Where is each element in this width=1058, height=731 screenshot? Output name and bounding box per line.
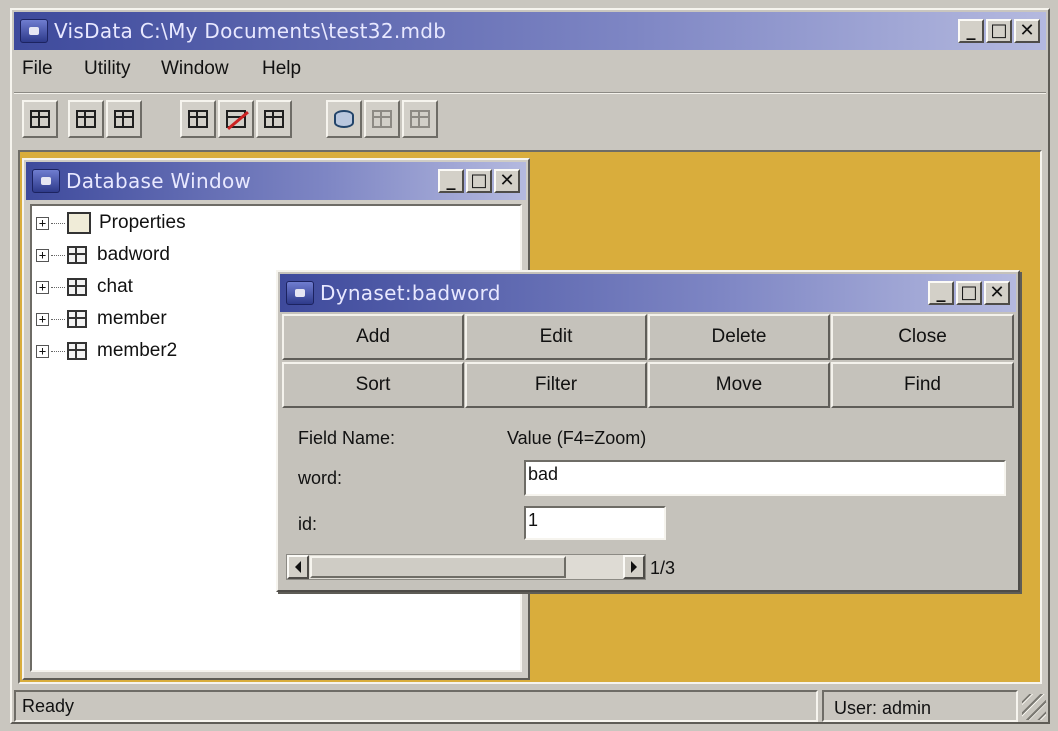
table-type-icon	[30, 110, 50, 128]
begin-transaction-icon	[334, 110, 354, 128]
commit-button[interactable]	[364, 100, 400, 138]
sort-button[interactable]: Sort	[282, 362, 464, 408]
expand-icon[interactable]: +	[36, 344, 49, 358]
app-minimize-button[interactable]: _	[958, 19, 984, 43]
close-button[interactable]: Close	[831, 314, 1014, 360]
database-window-close-button[interactable]: ✕	[494, 169, 520, 193]
field-label-id: id:	[298, 514, 318, 534]
add-button[interactable]: Add	[282, 314, 464, 360]
no-data-control-icon	[226, 110, 246, 128]
menu-window[interactable]: Window	[161, 58, 229, 80]
dynaset-window-minimize-button[interactable]: _	[928, 281, 954, 305]
move-button[interactable]: Move	[648, 362, 830, 408]
database-window-icon[interactable]	[32, 169, 60, 193]
edit-button[interactable]: Edit	[465, 314, 647, 360]
dbgrid-icon	[264, 110, 284, 128]
status-text: Ready	[22, 696, 75, 716]
filter-button[interactable]: Filter	[465, 362, 647, 408]
tree-item-badword[interactable]: + badword	[36, 240, 170, 270]
tree-item-member[interactable]: + member	[36, 304, 167, 334]
tree-item-label: Properties	[99, 212, 186, 233]
dynaset-window-title: Dynaset:badword	[320, 281, 501, 305]
database-window-maximize-button[interactable]: □	[466, 169, 492, 193]
status-user: User: admin	[834, 698, 932, 718]
resize-grip-icon[interactable]	[1022, 694, 1046, 720]
expand-icon[interactable]: +	[36, 280, 49, 294]
table-icon	[67, 342, 87, 360]
arrow-right-icon	[631, 561, 637, 573]
tree-item-label: member	[97, 308, 167, 329]
dynaset-window-icon[interactable]	[286, 281, 314, 305]
no-data-control-button[interactable]	[218, 100, 254, 138]
table-type-button[interactable]	[22, 100, 58, 138]
visdata-app-icon[interactable]	[20, 19, 48, 43]
find-button[interactable]: Find	[831, 362, 1014, 408]
table-icon	[67, 278, 87, 296]
field-label-word: word:	[298, 468, 343, 488]
word-value-field[interactable]: bad	[524, 460, 1006, 496]
expand-icon[interactable]: +	[36, 216, 49, 230]
use-data-control-button[interactable]	[180, 100, 216, 138]
begin-transaction-button[interactable]	[326, 100, 362, 138]
app-close-button[interactable]: ✕	[1014, 19, 1040, 43]
database-window-minimize-button[interactable]: _	[438, 169, 464, 193]
expand-icon[interactable]: +	[36, 312, 49, 326]
database-window-title: Database Window	[66, 169, 252, 193]
rollback-icon	[410, 110, 430, 128]
dbgrid-button[interactable]	[256, 100, 292, 138]
tree-item-chat[interactable]: + chat	[36, 272, 133, 302]
app-title: VisData C:\My Documents\test32.mdb	[54, 19, 447, 43]
table-icon	[67, 246, 87, 264]
menu-utility[interactable]: Utility	[84, 58, 130, 80]
status-panel-main	[14, 690, 818, 722]
id-value-field[interactable]: 1	[524, 506, 666, 540]
menu-help[interactable]: Help	[262, 58, 301, 80]
table-icon	[67, 310, 87, 328]
scroll-left-button[interactable]	[287, 555, 309, 579]
use-data-control-icon	[188, 110, 208, 128]
snapshot-type-icon	[114, 110, 134, 128]
database-window-titlebar: Database Window _ □ ✕	[26, 162, 526, 200]
toolbar-separator	[14, 92, 1046, 94]
scroll-thumb[interactable]	[310, 556, 566, 578]
snapshot-type-button[interactable]	[106, 100, 142, 138]
tree-item-label: badword	[97, 244, 170, 265]
tree-item-properties[interactable]: + Properties	[36, 208, 186, 238]
arrow-left-icon	[295, 561, 301, 573]
dynaset-type-button[interactable]	[68, 100, 104, 138]
app-titlebar: VisData C:\My Documents\test32.mdb _ □ ✕	[14, 12, 1046, 50]
record-position: 1/3	[650, 558, 676, 578]
tree-item-label: member2	[97, 340, 178, 361]
tree-item-member2[interactable]: + member2	[36, 336, 177, 366]
app-maximize-button[interactable]: □	[986, 19, 1012, 43]
dynaset-window-titlebar: Dynaset:badword _ □ ✕	[280, 274, 1016, 312]
dynaset-type-icon	[76, 110, 96, 128]
properties-icon	[67, 212, 91, 234]
dynaset-window-maximize-button[interactable]: □	[956, 281, 982, 305]
rollback-button[interactable]	[402, 100, 438, 138]
delete-button[interactable]: Delete	[648, 314, 830, 360]
menu-file[interactable]: File	[22, 58, 53, 80]
field-name-header: Field Name:	[298, 428, 396, 448]
dynaset-window-close-button[interactable]: ✕	[984, 281, 1010, 305]
expand-icon[interactable]: +	[36, 248, 49, 262]
commit-icon	[372, 110, 392, 128]
tree-item-label: chat	[97, 276, 133, 297]
value-header: Value (F4=Zoom)	[507, 428, 647, 448]
scroll-right-button[interactable]	[623, 555, 645, 579]
